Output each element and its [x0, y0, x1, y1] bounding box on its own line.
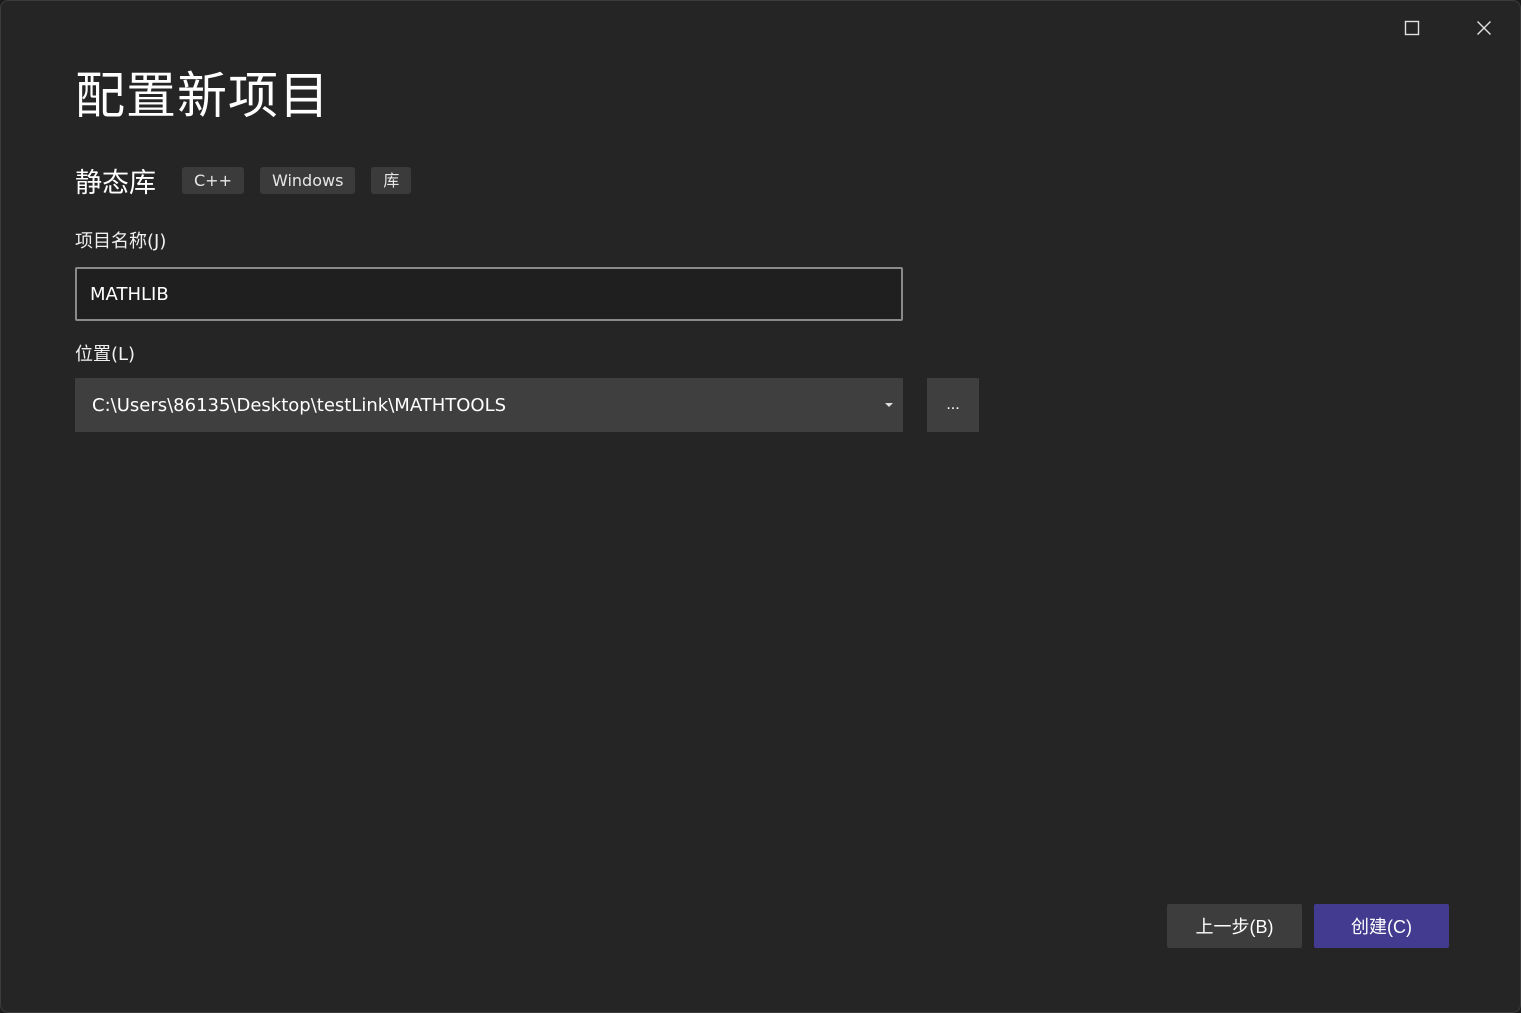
project-name-label: 项目名称(J) [75, 231, 167, 252]
dropdown-arrow-icon[interactable] [875, 378, 903, 432]
close-icon [1477, 21, 1491, 35]
configure-project-dialog: 配置新项目 静态库 C++ Windows 库 项目名称(J) 位置(L) C:… [0, 0, 1521, 1013]
create-button[interactable]: 创建(C) [1314, 904, 1449, 948]
close-button[interactable] [1448, 1, 1520, 55]
location-value: C:\Users\86135\Desktop\testLink\MATHTOOL… [92, 394, 507, 416]
maximize-button[interactable] [1376, 1, 1448, 55]
location-label: 位置(L) [75, 344, 136, 365]
project-name-input[interactable] [75, 267, 903, 321]
window-controls [1376, 1, 1520, 55]
tag-platform: Windows [259, 166, 356, 194]
tag-project-type: 库 [371, 166, 412, 194]
maximize-icon [1404, 20, 1420, 36]
tag-language: C++ [182, 166, 244, 194]
template-summary: 静态库 C++ Windows 库 [75, 161, 427, 199]
browse-button[interactable]: ... [927, 378, 979, 432]
page-title: 配置新项目 [75, 67, 330, 125]
location-combobox[interactable]: C:\Users\86135\Desktop\testLink\MATHTOOL… [75, 378, 903, 432]
template-name: 静态库 [75, 167, 156, 199]
back-button[interactable]: 上一步(B) [1167, 904, 1302, 948]
